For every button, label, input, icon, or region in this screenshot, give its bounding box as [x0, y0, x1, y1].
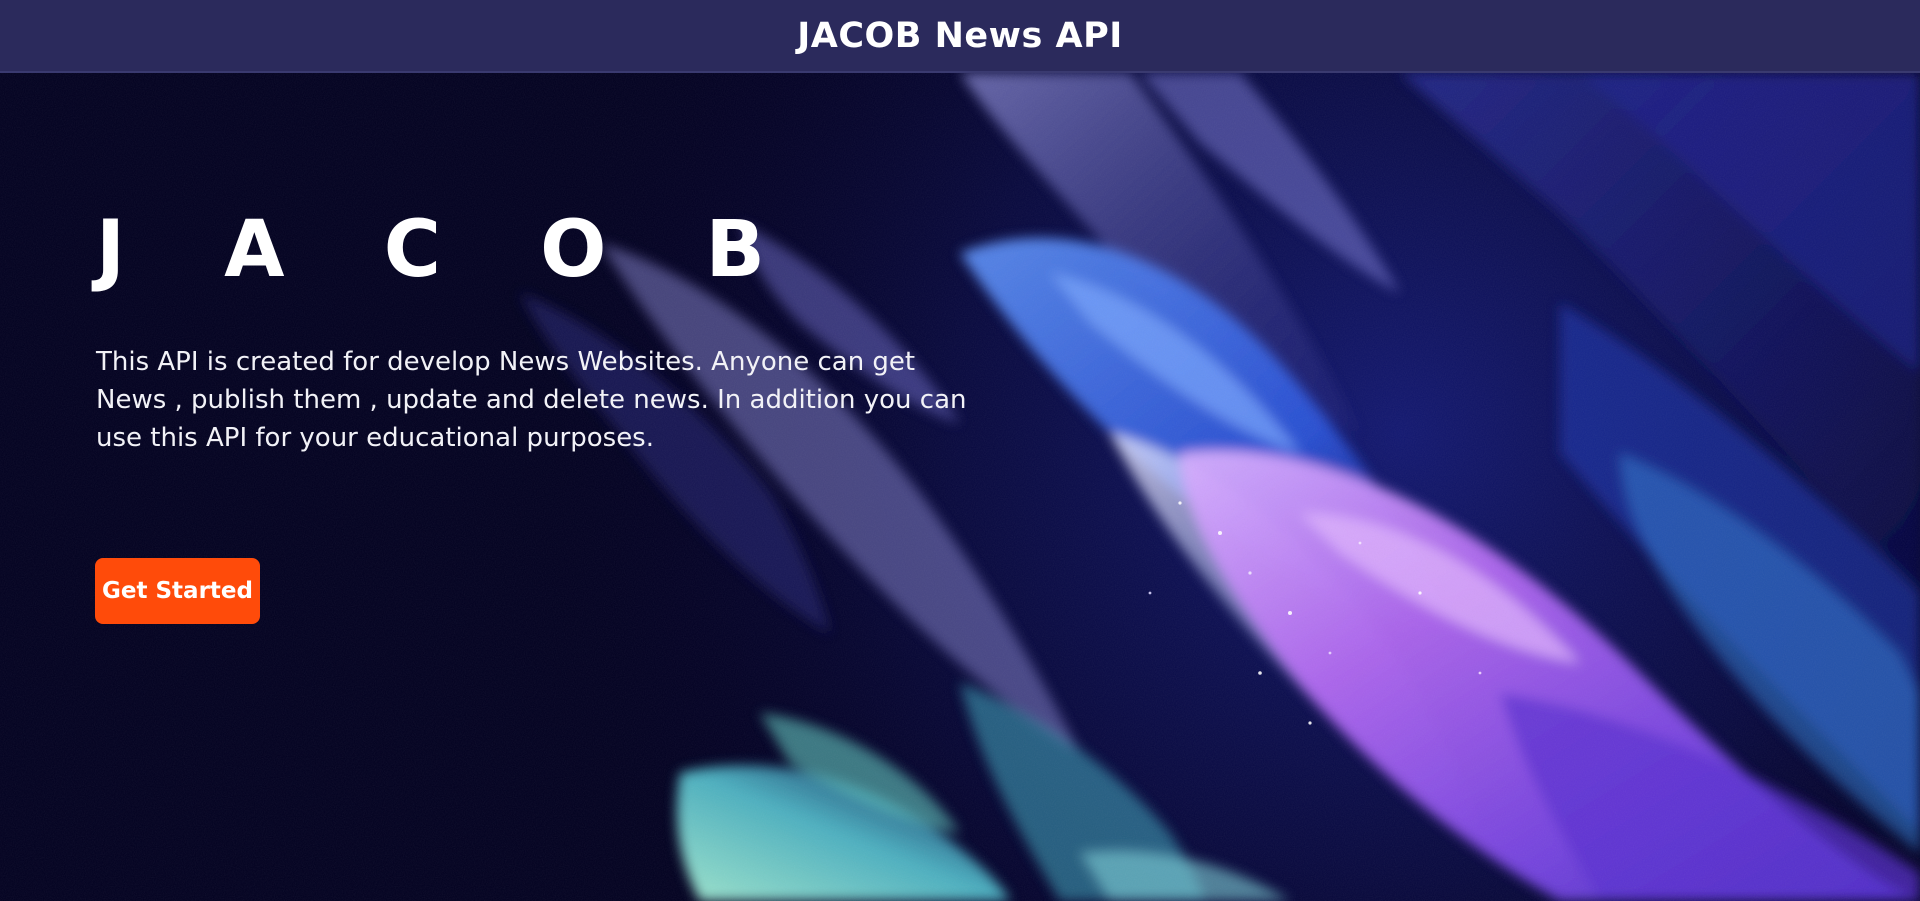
top-navbar: JACOB News API: [0, 0, 1920, 73]
hero-artwork: [0, 73, 1920, 901]
landing-page: JACOB News API J A C O B This API is cre…: [0, 0, 1920, 901]
hero-description: This API is created for develop News Web…: [96, 347, 967, 453]
get-started-button[interactable]: Get Started: [95, 558, 260, 624]
site-title: JACOB News API: [797, 15, 1123, 56]
brand-heading: J A C O B: [96, 205, 802, 295]
hero-section: J A C O B This API is created for develo…: [96, 205, 996, 457]
